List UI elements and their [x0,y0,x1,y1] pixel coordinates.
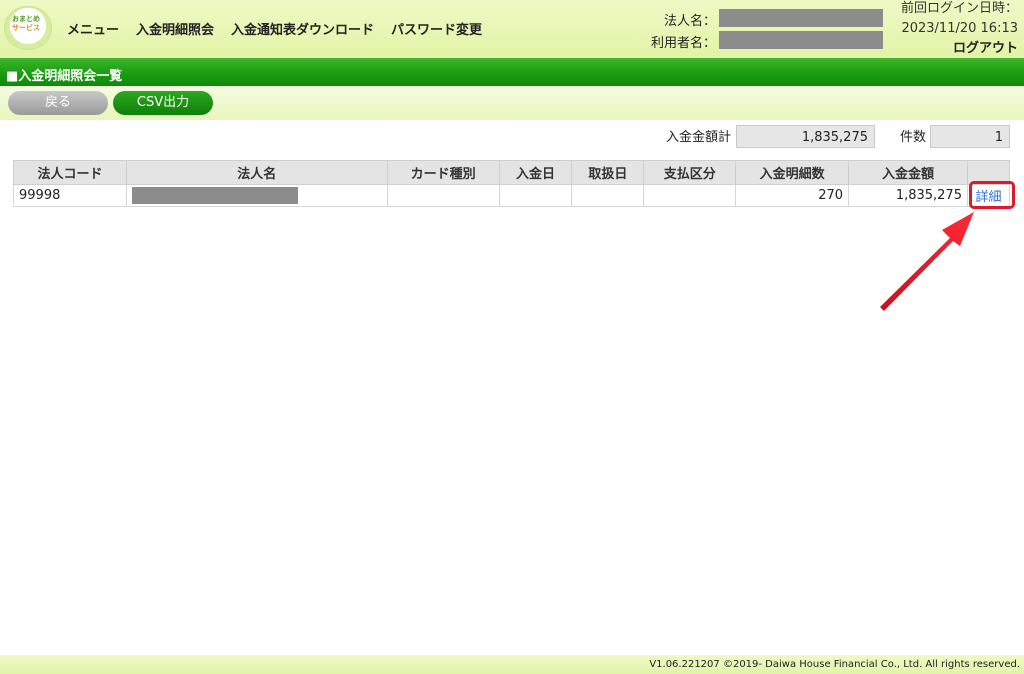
main-menu: メニュー 入金明細照会 入金通知表ダウンロード パスワード変更 [67,19,482,38]
corp-name-redacted-cell [131,187,298,204]
table-row: 99998 270 1,835,275 詳細 [13,184,1011,207]
user-name-row: 利用者名： [620,32,716,51]
page-title: ■入金明細照会一覧 [0,58,1024,86]
logo-text: おまとめ サービス [8,15,44,33]
cell-corp-code: 99998 [13,184,127,207]
cell-payment-type [643,184,737,207]
header-amount[interactable]: 入金金額 [848,160,968,185]
cell-handling-date [571,184,645,207]
header: おまとめ サービス メニュー 入金明細照会 入金通知表ダウンロード パスワード変… [0,0,1024,58]
back-button[interactable]: 戻る [8,91,108,115]
cell-corp-name [125,184,388,207]
footer-copyright: V1.06.221207 ©2019- Daiwa House Financia… [0,655,1024,674]
corp-name-row: 法人名： [640,10,716,29]
cell-detail-count: 270 [735,184,850,207]
logo-line1: おまとめ [12,15,40,23]
csv-export-button[interactable]: CSV出力 [113,91,213,115]
header-detail-count[interactable]: 入金明細数 [735,160,850,185]
total-amount-label: 入金金額計 [666,130,732,145]
last-login-label: 前回ログイン日時： [900,1,1018,16]
last-login-block: 前回ログイン日時： 2023/11/20 16:13 ログアウト [901,0,1018,59]
header-card-type[interactable]: カード種別 [386,160,500,185]
corp-name-redacted [719,9,883,27]
table-header-row: 法人コード 法人名 カード種別 入金日 取扱日 支払区分 入金明細数 入金金額 [13,160,1011,185]
header-payment-type[interactable]: 支払区分 [643,160,737,185]
corp-name-label: 法人名： [663,14,716,29]
header-handling-date[interactable]: 取扱日 [571,160,645,185]
cell-deposit-date [498,184,573,207]
deposit-table: 法人コード 法人名 カード種別 入金日 取扱日 支払区分 入金明細数 入金金額 … [13,160,1011,207]
cell-card-type [386,184,500,207]
last-login-value: 2023/11/20 16:13 [901,21,1018,36]
logout-link[interactable]: ログアウト [901,39,1018,59]
header-corp-name[interactable]: 法人名 [125,160,388,185]
pointer-arrow-icon [880,212,974,311]
header-corp-code[interactable]: 法人コード [13,160,127,185]
toolbar: 戻る CSV出力 [0,86,1024,120]
count-value: 1 [930,125,1010,148]
logo-line2: サービス [12,24,40,32]
menu-item-notice-download[interactable]: 入金通知表ダウンロード [231,19,374,38]
menu-item-password-change[interactable]: パスワード変更 [391,19,482,38]
menu-item-menu[interactable]: メニュー [67,19,119,38]
count-label: 件数 [900,130,927,145]
total-amount-value: 1,835,275 [736,125,875,148]
menu-item-deposit-inquiry[interactable]: 入金明細照会 [136,19,214,38]
user-name-label: 利用者名： [650,36,716,51]
user-name-redacted [719,31,883,49]
header-deposit-date[interactable]: 入金日 [498,160,573,185]
